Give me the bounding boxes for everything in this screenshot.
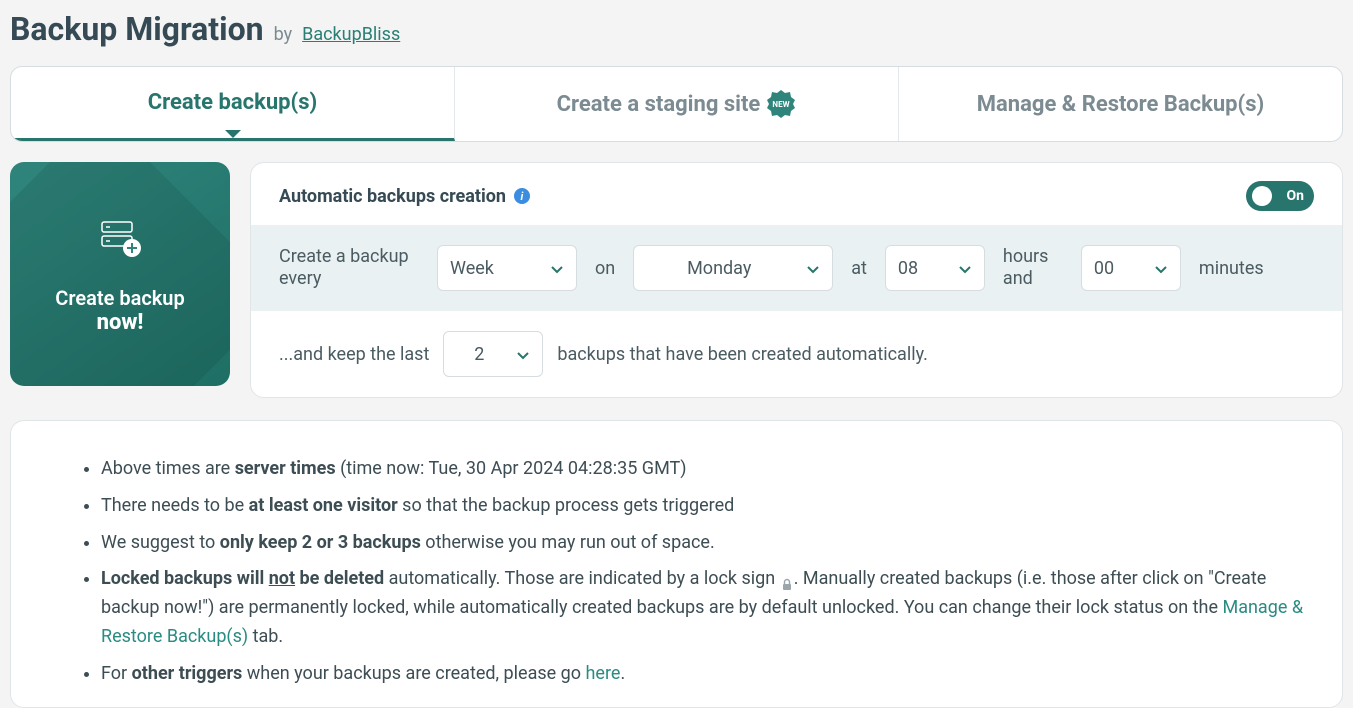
- create-card-line2: now!: [97, 310, 144, 335]
- settings-title: Automatic backups creation: [279, 186, 506, 207]
- keep-count-value: 2: [474, 344, 484, 365]
- tab-manage-restore[interactable]: Manage & Restore Backup(s): [899, 67, 1342, 141]
- auto-backup-settings: Automatic backups creation i On Create a…: [250, 162, 1343, 398]
- tab-create-label: Create backup(s): [148, 90, 317, 115]
- note-keep-count: We suggest to only keep 2 or 3 backups o…: [101, 529, 1308, 558]
- svg-text:NEW: NEW: [773, 100, 790, 109]
- chevron-down-icon: [958, 261, 972, 275]
- tab-staging-label: Create a staging site: [557, 92, 761, 117]
- note-locked-backups: Locked backups will not be deleted autom…: [101, 565, 1308, 651]
- chevron-down-icon: [806, 261, 820, 275]
- hour-value: 08: [898, 258, 918, 279]
- tabs: Create backup(s) Create a staging site N…: [10, 66, 1343, 142]
- keep-pre-text: ...and keep the last: [279, 344, 429, 365]
- lock-icon: [780, 573, 794, 587]
- keep-count-select[interactable]: 2: [443, 331, 543, 377]
- interval-value: Week: [450, 258, 494, 279]
- interval-select[interactable]: Week: [437, 245, 577, 291]
- note-visitor: There needs to be at least one visitor s…: [101, 492, 1308, 521]
- keep-post-text: backups that have been created automatic…: [557, 344, 928, 365]
- page-title: Backup Migration: [10, 10, 264, 48]
- chevron-down-icon: [1154, 261, 1168, 275]
- tab-create-backups[interactable]: Create backup(s): [11, 67, 455, 141]
- new-badge-icon: NEW: [766, 89, 796, 119]
- minutes-text: minutes: [1199, 258, 1264, 279]
- tab-manage-label: Manage & Restore Backup(s): [977, 92, 1265, 117]
- hour-select[interactable]: 08: [885, 245, 985, 291]
- minute-value: 00: [1094, 258, 1114, 279]
- day-value: Monday: [687, 258, 751, 279]
- at-text: at: [851, 258, 867, 279]
- here-link[interactable]: here: [586, 663, 621, 684]
- create-card-line1: Create backup: [55, 286, 184, 310]
- by-text: by: [274, 24, 293, 45]
- schedule-lead: Create a backup every: [279, 246, 419, 289]
- minute-select[interactable]: 00: [1081, 245, 1181, 291]
- page-header: Backup Migration by BackupBliss: [10, 10, 1343, 48]
- create-backup-now-button[interactable]: Create backup now!: [10, 162, 230, 386]
- info-icon[interactable]: i: [514, 188, 530, 204]
- toggle-label: On: [1287, 188, 1305, 204]
- note-server-times: Above times are server times (time now: …: [101, 455, 1308, 484]
- keep-row: ...and keep the last 2 backups that have…: [251, 311, 1342, 397]
- notes-panel: Above times are server times (time now: …: [10, 420, 1343, 708]
- day-select[interactable]: Monday: [633, 245, 833, 291]
- hours-and-text: hours and: [1003, 246, 1063, 289]
- chevron-down-icon: [550, 261, 564, 275]
- chevron-down-icon: [516, 347, 530, 361]
- on-text: on: [595, 258, 615, 279]
- schedule-row: Create a backup every Week on Monday at …: [251, 225, 1342, 311]
- brand-link[interactable]: BackupBliss: [302, 24, 400, 45]
- note-other-triggers: For other triggers when your backups are…: [101, 660, 1308, 689]
- tab-create-staging[interactable]: Create a staging site NEW: [455, 67, 899, 141]
- server-plus-icon: [94, 214, 146, 270]
- auto-backup-toggle[interactable]: On: [1246, 181, 1314, 211]
